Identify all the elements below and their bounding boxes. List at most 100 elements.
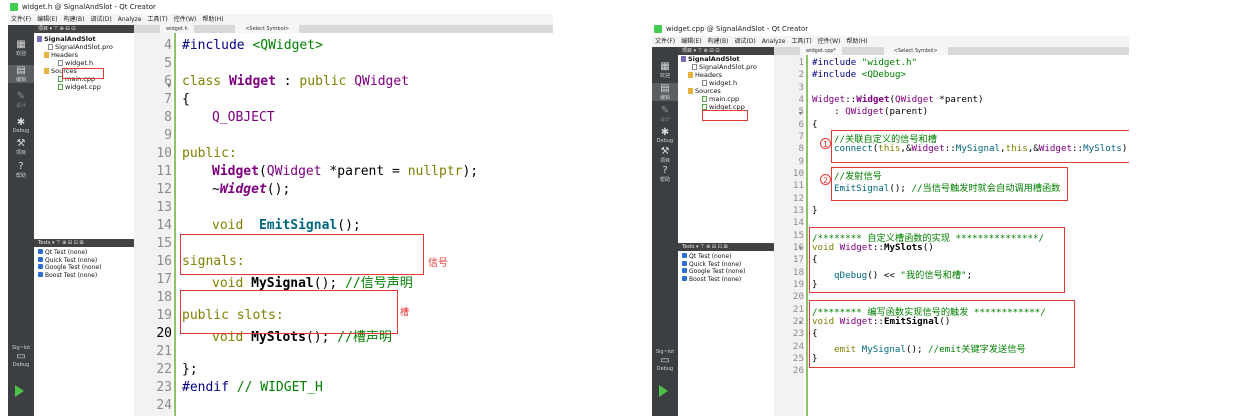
menu-debug[interactable]: 调试(D) <box>734 36 755 47</box>
menu-analyze[interactable]: Analyze <box>762 36 786 47</box>
tree-item-widget-h[interactable]: widget.h <box>34 59 134 67</box>
change-marker-bar <box>806 55 808 416</box>
annotation-slot: 槽 <box>400 308 410 318</box>
left-qt-creator-window: widget.h @ SignalAndSlot - Qt Creator 文件… <box>8 0 553 416</box>
tree-item-sources[interactable]: Sources <box>678 87 774 95</box>
tree-item-headers[interactable]: Headers <box>34 51 134 59</box>
mode-debug[interactable]: ✱ Debug <box>8 117 34 134</box>
mode-edit[interactable]: ▤ 编辑 <box>652 83 678 101</box>
menu-tools[interactable]: 工具(T) <box>791 36 811 47</box>
highlight-box-emit <box>831 167 1068 201</box>
tree-item-widget-h[interactable]: widget.h <box>678 79 774 87</box>
run-icon[interactable] <box>659 385 668 397</box>
menu-debug[interactable]: 调试(D) <box>90 14 111 25</box>
mode-debug[interactable]: ✱ Debug <box>652 127 678 144</box>
menu-build[interactable]: 构建(B) <box>708 36 729 47</box>
code-line-11: Widget(QWidget *parent = nullptr); <box>212 164 479 179</box>
line-number: 5 <box>164 56 172 71</box>
project-icon <box>37 36 42 42</box>
mode-projects[interactable]: ⚒ 项目 <box>652 146 678 164</box>
line-number: 25 <box>792 353 804 364</box>
change-marker-bar <box>174 33 176 416</box>
tree-item-project[interactable]: SignalAndSlot <box>34 35 134 43</box>
menu-analyze[interactable]: Analyze <box>118 14 142 25</box>
run-icon[interactable] <box>15 385 24 397</box>
code-line-6: { <box>812 118 818 130</box>
highlight-box-widget-h <box>62 68 104 79</box>
mode-welcome[interactable]: ▦ 欢迎 <box>8 39 34 57</box>
menu-edit[interactable]: 编辑(E) <box>681 36 701 47</box>
mode-help[interactable]: ? 帮助 <box>652 165 678 183</box>
bug-icon: ✱ <box>16 117 26 128</box>
test-item-qt[interactable]: Qt Test (none) <box>34 249 134 257</box>
wrench-icon: ⚒ <box>660 146 670 157</box>
tree-item-headers[interactable]: Headers <box>678 71 774 79</box>
build-target-selector[interactable]: Sig~lot ▭ Debug <box>652 349 678 372</box>
header-file-icon <box>58 60 63 66</box>
code-editor[interactable]: widget.h <Select Symbol> 4 5 6 7 8 9 10 … <box>134 25 553 416</box>
qt-creator-icon <box>654 25 662 33</box>
test-item-google[interactable]: Google Test (none) <box>678 268 774 276</box>
menu-file[interactable]: 文件(F) <box>11 14 31 25</box>
grid-icon: ▦ <box>660 61 670 72</box>
test-item-quick[interactable]: Quick Test (none) <box>678 260 774 269</box>
test-item-qt[interactable]: Qt Test (none) <box>678 253 774 261</box>
tree-item-widget-cpp[interactable]: widget.cpp <box>34 83 134 91</box>
help-icon: ? <box>18 161 24 172</box>
code-line-8: Q_OBJECT <box>212 110 275 125</box>
line-number: 16 <box>156 254 172 269</box>
menu-tools[interactable]: 工具(T) <box>147 14 167 25</box>
test-item-google[interactable]: Google Test (none) <box>34 264 134 272</box>
menu-bar: 文件(F) 编辑(E) 构建(B) 调试(D) Analyze 工具(T) 控件… <box>652 36 1129 47</box>
line-number: 13 <box>792 205 804 216</box>
checkbox-icon <box>38 264 43 269</box>
mode-design[interactable]: ✎ 设计 <box>652 105 678 123</box>
checkbox-icon <box>38 249 43 254</box>
menu-help[interactable]: 帮助(H) <box>846 36 867 47</box>
folder-icon <box>688 88 693 94</box>
folder-icon <box>44 68 49 74</box>
mode-help[interactable]: ? 帮助 <box>8 161 34 179</box>
mode-projects[interactable]: ⚒ 项目 <box>8 138 34 156</box>
fold-arrow-icon[interactable]: ▾ <box>799 110 802 117</box>
marker-2: 2 <box>820 174 831 185</box>
symbol-selector[interactable]: <Select Symbol> <box>883 47 948 55</box>
code-area[interactable]: #include <QWidget> class Widget : public… <box>182 33 553 416</box>
menu-edit[interactable]: 编辑(E) <box>37 14 57 25</box>
project-sidebar: 项目 ▾ ⊤ ⊕ ⊟ ⊡ SignalAndSlot SignalAndSlot… <box>34 25 135 416</box>
line-number: 19 <box>156 308 172 323</box>
code-editor[interactable]: widget.cpp* <Select Symbol> 1 2 3 4 5 6 … <box>774 47 1129 416</box>
projects-pane-header: 项目 ▾ ⊤ ⊕ ⊟ ⊡ <box>34 25 134 33</box>
test-item-boost[interactable]: Boost Test (none) <box>34 271 134 280</box>
line-number: 8 <box>164 110 172 125</box>
tree-item-project[interactable]: SignalAndSlot <box>678 55 774 63</box>
tree-item-main-cpp[interactable]: main.cpp <box>678 95 774 103</box>
tree-item-pro-file[interactable]: SignalAndSlot.pro <box>678 63 774 71</box>
build-target-selector[interactable]: Sig~lot ▭ Debug <box>8 345 34 368</box>
mode-design[interactable]: ✎ 设计 <box>8 91 34 109</box>
line-number: 24 <box>156 398 172 413</box>
fold-arrow-icon[interactable]: ▾ <box>799 245 802 252</box>
test-item-boost[interactable]: Boost Test (none) <box>678 275 774 284</box>
mode-edit[interactable]: ▤ 编辑 <box>8 65 34 83</box>
tests-list: Qt Test (none) Quick Test (none) Google … <box>34 249 134 279</box>
file-icon <box>48 44 53 50</box>
symbol-selector[interactable]: <Select Symbol> <box>235 25 300 33</box>
code-line-12: ~Widget(); <box>212 182 291 197</box>
menu-widgets[interactable]: 控件(W) <box>174 14 197 25</box>
menu-widgets[interactable]: 控件(W) <box>818 36 841 47</box>
menu-build[interactable]: 构建(B) <box>64 14 85 25</box>
test-item-quick[interactable]: Quick Test (none) <box>34 256 134 265</box>
editor-file-tab[interactable]: widget.cpp* <box>800 47 843 55</box>
editor-header: widget.h <Select Symbol> <box>134 25 553 33</box>
fold-arrow-icon[interactable]: ▾ <box>799 319 802 326</box>
tree-item-pro-file[interactable]: SignalAndSlot.pro <box>34 43 134 51</box>
bug-icon: ✱ <box>660 127 670 138</box>
menu-help[interactable]: 帮助(H) <box>202 14 223 25</box>
checkbox-icon <box>38 256 43 262</box>
mode-welcome[interactable]: ▦ 欢迎 <box>652 61 678 79</box>
line-number: 10 <box>792 168 804 179</box>
menu-file[interactable]: 文件(F) <box>655 36 675 47</box>
fold-arrow-icon[interactable]: ▾ <box>167 81 171 90</box>
editor-file-tab[interactable]: widget.h <box>160 25 194 33</box>
